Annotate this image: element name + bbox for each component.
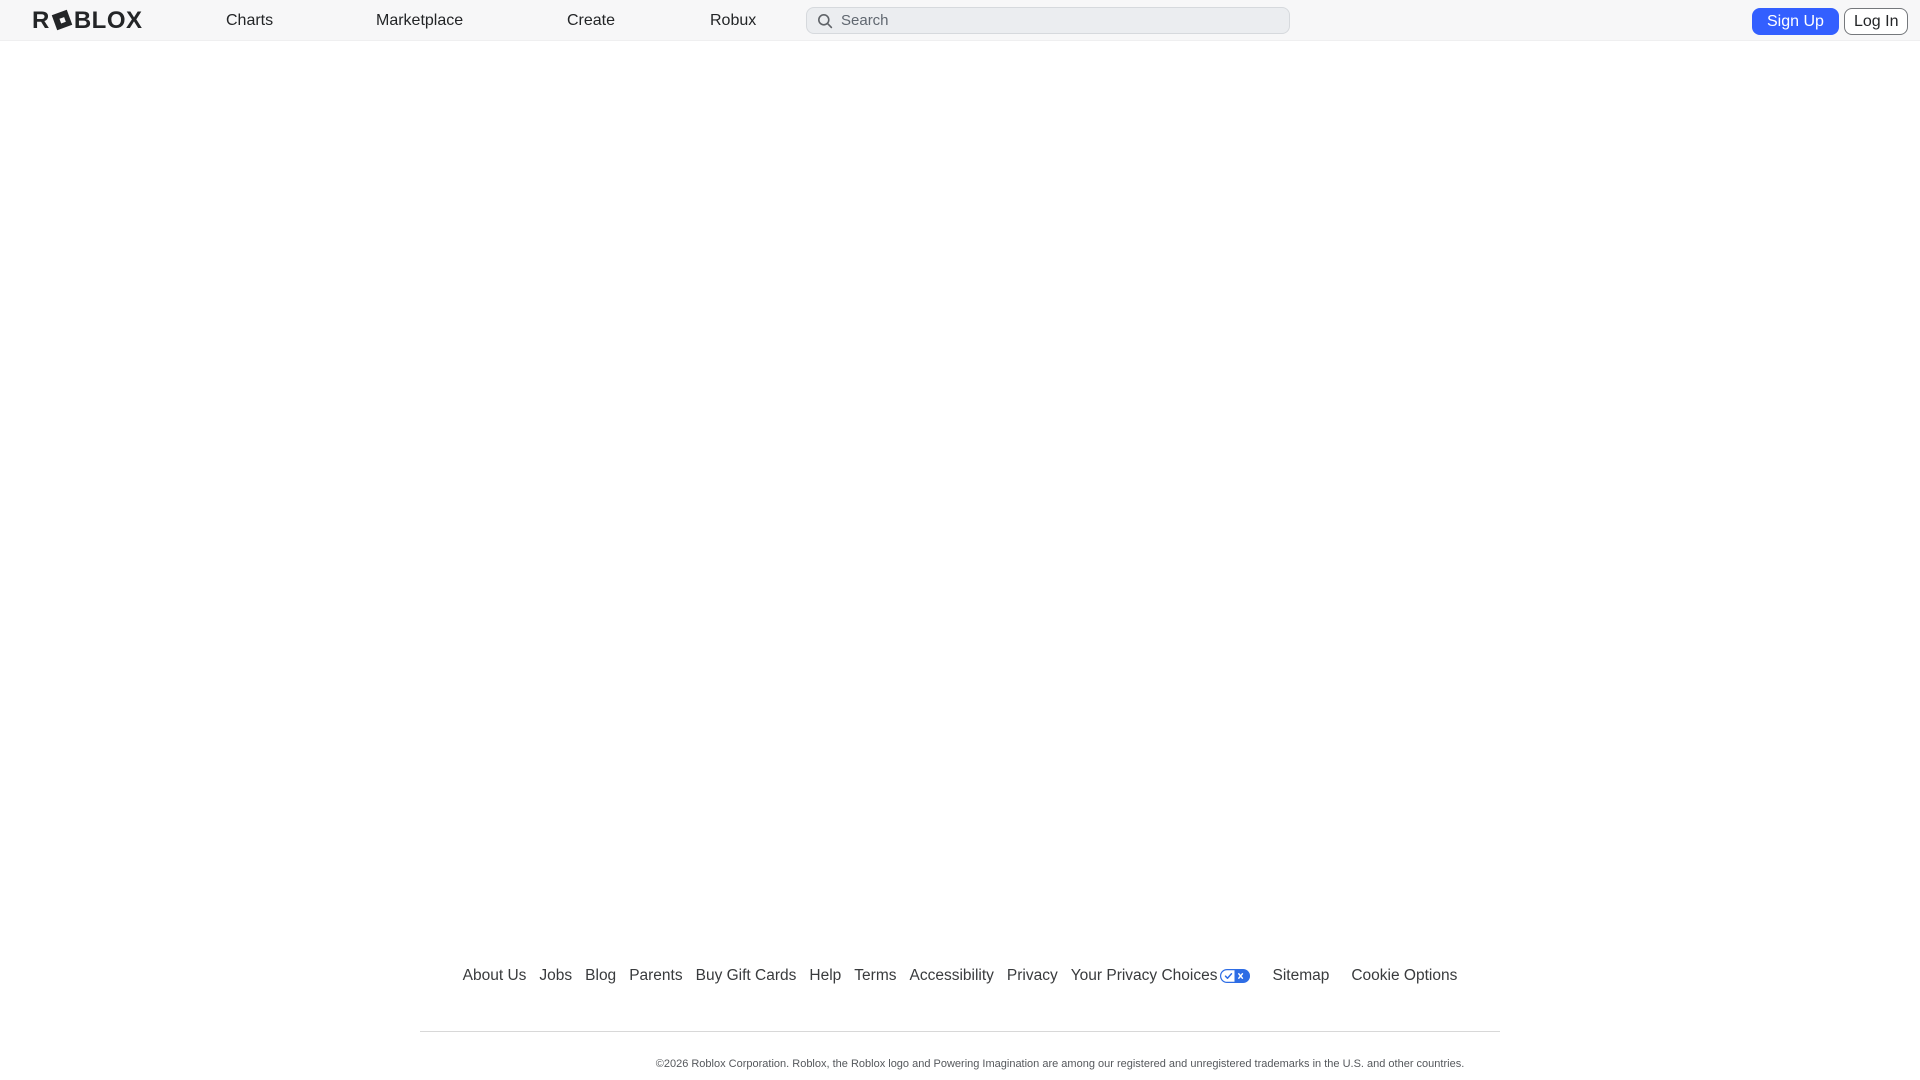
footer-copyright: ©2026 Roblox Corporation. Roblox, the Ro… [420,1058,1500,1070]
footer-link-sitemap[interactable]: Sitemap [1272,967,1329,985]
footer-link-parents[interactable]: Parents [629,967,682,985]
roblox-tilted-square-icon [52,9,73,30]
footer-link-blog[interactable]: Blog [585,967,616,985]
footer-link-about-us[interactable]: About Us [463,967,527,985]
footer-link-your-privacy-choices[interactable]: Your Privacy Choices [1071,967,1251,985]
footer-link-jobs[interactable]: Jobs [539,967,572,985]
footer-link-help[interactable]: Help [809,967,841,985]
logo-letter-r: R [32,7,50,35]
nav-item-charts[interactable]: Charts [226,0,273,41]
footer-divider [420,1031,1500,1032]
privacy-choices-icon [1220,969,1250,983]
search-icon [817,13,833,29]
footer-link-privacy[interactable]: Privacy [1007,967,1058,985]
sign-up-button[interactable]: Sign Up [1752,8,1839,35]
footer-link-cookie-options[interactable]: Cookie Options [1351,967,1457,985]
footer-link-buy-gift-cards[interactable]: Buy Gift Cards [696,967,797,985]
footer-link-accessibility[interactable]: Accessibility [909,967,993,985]
footer-link-label: Your Privacy Choices [1071,967,1218,985]
footer-link-terms[interactable]: Terms [854,967,896,985]
roblox-logo[interactable]: R BLOX [32,0,143,41]
footer-links: About Us Jobs Blog Parents Buy Gift Card… [420,967,1500,985]
nav-item-marketplace[interactable]: Marketplace [376,0,463,41]
search-bar[interactable] [806,7,1290,34]
nav-item-create[interactable]: Create [567,0,615,41]
logo-letters-blox: BLOX [74,7,143,35]
log-in-button[interactable]: Log In [1844,8,1908,35]
top-navigation-bar: R BLOX Charts Marketplace Create Robux S… [0,0,1920,41]
nav-item-robux[interactable]: Robux [710,0,756,41]
search-input[interactable] [841,12,1279,29]
